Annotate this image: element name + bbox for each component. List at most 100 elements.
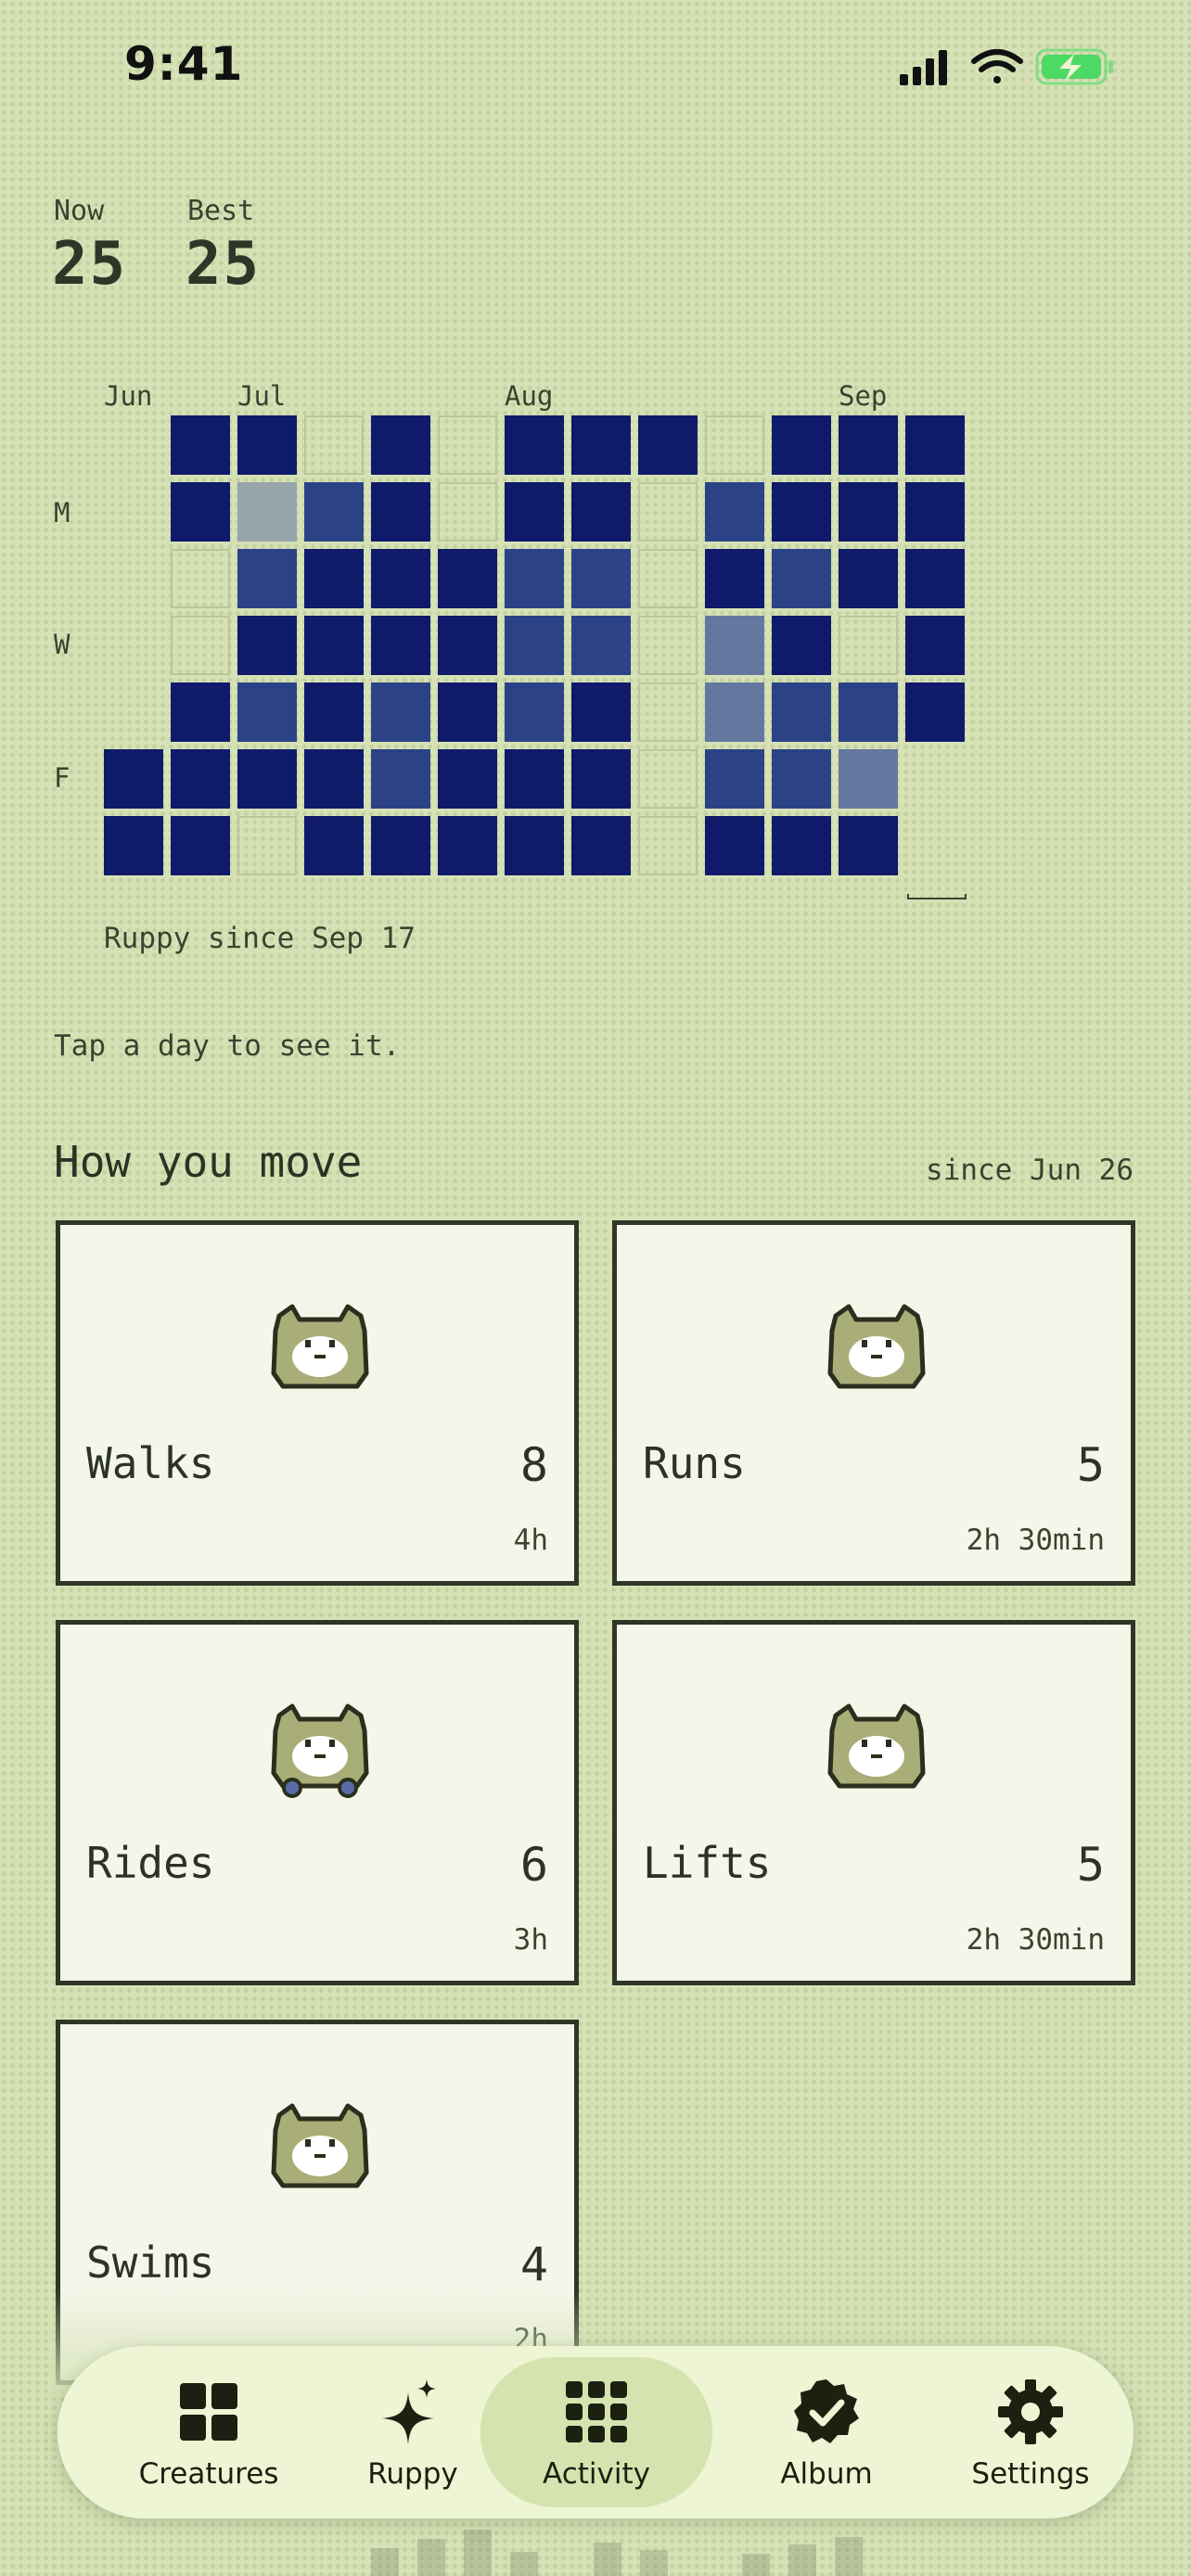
tab-creatures[interactable]: Creatures (102, 2346, 315, 2519)
calendar-day-cell[interactable] (839, 415, 898, 475)
calendar-day-cell[interactable] (171, 749, 230, 809)
calendar-day-cell[interactable] (505, 749, 564, 809)
calendar-day-cell[interactable] (571, 482, 631, 542)
calendar-day-cell[interactable] (772, 749, 831, 809)
calendar-day-cell[interactable] (571, 749, 631, 809)
calendar-day-cell[interactable] (705, 415, 764, 475)
calendar-day-cell[interactable] (371, 816, 430, 875)
calendar-day-cell[interactable] (438, 482, 497, 542)
calendar-day-cell[interactable] (237, 816, 297, 875)
calendar-day-cell[interactable] (304, 415, 364, 475)
calendar-day-cell[interactable] (237, 482, 297, 542)
ride-mascot-icon (263, 1699, 378, 1798)
tab-settings[interactable]: Settings (924, 2346, 1137, 2519)
activity-count: 6 (519, 1838, 548, 1892)
activity-name: Swims (86, 2238, 215, 2288)
calendar-day-cell[interactable] (104, 749, 163, 809)
calendar-day-cell[interactable] (505, 549, 564, 608)
calendar-day-cell[interactable] (705, 616, 764, 675)
activity-card-walks[interactable]: Walks 8 4h (56, 1220, 579, 1586)
calendar-day-cell[interactable] (505, 682, 564, 742)
calendar-day-cell[interactable] (638, 482, 698, 542)
calendar-day-cell[interactable] (839, 749, 898, 809)
calendar-day-cell[interactable] (839, 816, 898, 875)
calendar-day-cell[interactable] (438, 749, 497, 809)
calendar-day-cell[interactable] (304, 749, 364, 809)
calendar-day-cell[interactable] (438, 682, 497, 742)
calendar-day-cell[interactable] (438, 816, 497, 875)
calendar-day-cell[interactable] (171, 682, 230, 742)
month-label-jun: Jun (104, 380, 153, 412)
calendar-day-cell[interactable] (772, 549, 831, 608)
calendar-day-cell[interactable] (839, 682, 898, 742)
calendar-day-cell[interactable] (772, 816, 831, 875)
activity-card-runs[interactable]: Runs 5 2h 30min (612, 1220, 1135, 1586)
calendar-day-cell[interactable] (905, 415, 965, 475)
calendar-day-cell[interactable] (638, 616, 698, 675)
calendar-day-cell[interactable] (571, 415, 631, 475)
tab-album[interactable]: Album (720, 2346, 933, 2519)
calendar-day-cell[interactable] (905, 482, 965, 542)
calendar-day-cell[interactable] (839, 549, 898, 608)
calendar-day-cell[interactable] (505, 816, 564, 875)
tab-activity[interactable]: Activity (480, 2357, 712, 2507)
calendar-day-cell[interactable] (839, 616, 898, 675)
sparkle-icon (382, 2379, 436, 2444)
calendar-day-cell[interactable] (571, 816, 631, 875)
calendar-day-cell[interactable] (237, 749, 297, 809)
calendar-day-cell[interactable] (571, 549, 631, 608)
calendar-day-cell[interactable] (371, 549, 430, 608)
calendar-day-cell[interactable] (237, 616, 297, 675)
calendar-day-cell[interactable] (371, 616, 430, 675)
calendar-day-cell[interactable] (171, 816, 230, 875)
calendar-day-cell[interactable] (171, 549, 230, 608)
calendar-day-cell[interactable] (571, 616, 631, 675)
calendar-day-cell[interactable] (237, 415, 297, 475)
calendar-day-cell[interactable] (371, 482, 430, 542)
calendar-day-cell[interactable] (772, 682, 831, 742)
calendar-day-cell[interactable] (505, 616, 564, 675)
calendar-day-cell[interactable] (304, 682, 364, 742)
calendar-day-cell[interactable] (772, 616, 831, 675)
calendar-day-cell[interactable] (304, 616, 364, 675)
calendar-day-cell[interactable] (772, 415, 831, 475)
calendar-day-cell[interactable] (371, 749, 430, 809)
calendar-day-cell[interactable] (104, 816, 163, 875)
calendar-day-cell[interactable] (171, 415, 230, 475)
calendar-day-cell[interactable] (505, 482, 564, 542)
calendar-day-cell[interactable] (705, 682, 764, 742)
calendar-day-cell[interactable] (237, 682, 297, 742)
calendar-day-cell[interactable] (638, 816, 698, 875)
calendar-day-cell[interactable] (571, 682, 631, 742)
calendar-day-cell[interactable] (772, 482, 831, 542)
calendar-day-cell[interactable] (371, 415, 430, 475)
background-chart-hint (371, 2530, 863, 2576)
calendar-day-cell[interactable] (304, 549, 364, 608)
activity-card-lifts[interactable]: Lifts 5 2h 30min (612, 1620, 1135, 1985)
calendar-day-cell[interactable] (638, 549, 698, 608)
calendar-day-cell[interactable] (638, 682, 698, 742)
calendar-day-cell[interactable] (438, 549, 497, 608)
calendar-day-cell[interactable] (705, 482, 764, 542)
calendar-day-cell[interactable] (905, 616, 965, 675)
activity-count: 4 (519, 2238, 548, 2291)
calendar-day-cell[interactable] (638, 415, 698, 475)
calendar-day-cell[interactable] (171, 482, 230, 542)
calendar-day-cell[interactable] (438, 415, 497, 475)
calendar-day-cell[interactable] (705, 816, 764, 875)
calendar-day-cell[interactable] (839, 482, 898, 542)
calendar-day-cell[interactable] (505, 415, 564, 475)
calendar-day-cell[interactable] (304, 482, 364, 542)
calendar-day-cell[interactable] (905, 682, 965, 742)
calendar-day-cell[interactable] (304, 816, 364, 875)
calendar-day-cell[interactable] (438, 616, 497, 675)
calendar-day-cell[interactable] (237, 549, 297, 608)
calendar-day-cell[interactable] (705, 749, 764, 809)
calendar-day-cell[interactable] (371, 682, 430, 742)
calendar-day-cell[interactable] (705, 549, 764, 608)
status-time: 9:41 (124, 37, 244, 91)
calendar-day-cell[interactable] (638, 749, 698, 809)
calendar-day-cell[interactable] (905, 549, 965, 608)
calendar-day-cell[interactable] (171, 616, 230, 675)
activity-card-rides[interactable]: Rides 6 3h (56, 1620, 579, 1985)
